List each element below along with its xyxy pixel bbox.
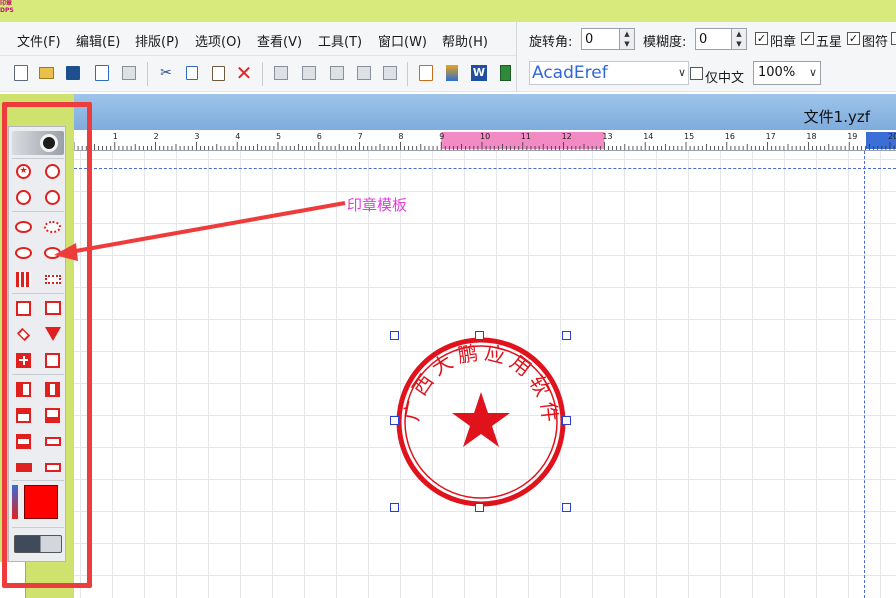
ruler-label: 15: [684, 132, 694, 141]
word-icon[interactable]: W: [470, 64, 488, 82]
align-bottom-icon[interactable]: [381, 64, 399, 82]
seal-graphic: 广西大鹏应用软件公司: [382, 316, 566, 507]
yang-checkbox[interactable]: ✓: [755, 32, 768, 45]
rotation-spinner[interactable]: ▲ ▼: [619, 28, 635, 50]
menu-bar: 文件(F) 编辑(E) 排版(P) 选项(O) 查看(V) 工具(T) 窗口(W…: [0, 22, 516, 56]
chevron-down-icon: ∨: [677, 66, 686, 79]
zoom-select-value: 100%: [758, 65, 796, 80]
ruler-label: 13: [602, 132, 612, 141]
menu-edit[interactable]: 编辑(E): [76, 31, 120, 50]
zoom-select[interactable]: 100% ∨: [753, 61, 821, 85]
blur-input[interactable]: [695, 28, 733, 50]
seal-star-icon: [452, 392, 510, 447]
only-chinese-checkbox[interactable]: [690, 67, 703, 80]
margin-guide-top: [74, 168, 896, 169]
menu-file[interactable]: 文件(F): [17, 31, 61, 50]
blur-spinner[interactable]: ▲ ▼: [731, 28, 747, 50]
resize-handle[interactable]: [475, 331, 484, 340]
ruler-label: 4: [235, 132, 240, 141]
ruler-label: 7: [358, 132, 363, 141]
print-icon[interactable]: [120, 64, 138, 82]
ruler-label: 11: [521, 132, 531, 141]
ruler-label: 5: [276, 132, 281, 141]
menu-help[interactable]: 帮助(H): [442, 31, 488, 50]
app-logo: 印章 DPS: [0, 0, 20, 22]
document-header: 文件1.yzf: [74, 94, 896, 130]
ruler-label: 10: [480, 132, 490, 141]
resize-handle[interactable]: [390, 503, 399, 512]
align-center-icon[interactable]: [300, 64, 318, 82]
annotation-label: 印章模板: [347, 196, 408, 214]
align-left-icon[interactable]: [272, 64, 290, 82]
title-bar: 印章 DPS: [0, 0, 896, 22]
app-logo-line1: 印章: [0, 0, 13, 7]
symbol-label: 图符: [862, 35, 889, 50]
ruler-label: 8: [398, 132, 403, 141]
toolbar-separator: [262, 62, 263, 86]
margin-guide-right: [864, 151, 865, 598]
menu-tools[interactable]: 工具(T): [318, 31, 362, 50]
align-top-icon[interactable]: [355, 64, 373, 82]
open-folder-icon[interactable]: [37, 64, 55, 82]
resize-handle[interactable]: [475, 503, 484, 512]
menu-view[interactable]: 查看(V): [257, 31, 302, 50]
ruler-label: 9: [439, 132, 444, 141]
copy-icon[interactable]: [183, 64, 201, 82]
star-checkbox[interactable]: ✓: [801, 32, 814, 45]
document-tab-title[interactable]: 文件1.yzf: [804, 106, 870, 127]
highlight-box: [2, 102, 92, 588]
menu-window[interactable]: 窗口(W): [378, 31, 427, 50]
yang-label: 阳章: [770, 35, 797, 50]
symbol-checkbox[interactable]: ✓: [847, 32, 860, 45]
resize-handle[interactable]: [390, 416, 399, 425]
image-icon[interactable]: [417, 64, 435, 82]
rotation-input[interactable]: [581, 28, 621, 50]
menu-options[interactable]: 选项(O): [195, 31, 241, 50]
ruler-label: 20: [888, 132, 896, 141]
resize-handle[interactable]: [562, 416, 571, 425]
save-icon[interactable]: [64, 64, 82, 82]
font-select-value: AcadEref: [532, 63, 608, 83]
ruler-label: 12: [562, 132, 572, 141]
delete-icon[interactable]: ✕: [235, 61, 253, 85]
menu-layout[interactable]: 排版(P): [135, 31, 179, 50]
font-select[interactable]: AcadEref ∨: [529, 61, 689, 85]
picture-icon[interactable]: [443, 64, 461, 82]
resize-handle[interactable]: [562, 331, 571, 340]
ruler-label: 18: [806, 132, 816, 141]
horizontal-ruler[interactable]: 123456789101112131415161718192021: [74, 130, 896, 151]
ruler-label: 3: [194, 132, 199, 141]
resize-handle[interactable]: [562, 503, 571, 512]
app-logo-line2: DPS: [0, 7, 14, 14]
ruler-label: 1: [113, 132, 118, 141]
new-doc-icon[interactable]: [12, 64, 30, 82]
blur-label: 模糊度:: [643, 35, 687, 50]
resize-handle[interactable]: [390, 331, 399, 340]
ruler-label: 6: [317, 132, 322, 141]
chevron-down-icon: ∨: [808, 66, 817, 79]
seal-object[interactable]: 广西大鹏应用软件公司: [382, 316, 571, 512]
ruler-label: 14: [643, 132, 653, 141]
ruler-label: 17: [766, 132, 776, 141]
ruler-label: 2: [154, 132, 159, 141]
ruler-graphic: 123456789101112131415161718192021: [74, 132, 896, 150]
ruler-label: 19: [847, 132, 857, 141]
cut-icon[interactable]: ✂: [157, 64, 175, 82]
property-panel: 旋转角: ▲▼ 模糊度: ▲▼ ✓ 阳章 ✓ 五星 ✓ 图符 AcadEref …: [516, 22, 896, 92]
align-right-icon[interactable]: [328, 64, 346, 82]
only-chinese-label: 仅中文: [705, 71, 745, 86]
toolbar-separator: [147, 62, 148, 86]
print-preview-icon[interactable]: [93, 64, 111, 82]
ruler-label: 16: [725, 132, 735, 141]
extra-checkbox[interactable]: [891, 32, 896, 45]
toolbar: ✂ ✕ W: [0, 56, 516, 92]
rotation-label: 旋转角:: [529, 35, 573, 50]
excel-icon[interactable]: [496, 64, 514, 82]
paste-icon[interactable]: [209, 64, 227, 82]
star-label: 五星: [816, 35, 843, 50]
toolbar-separator: [407, 62, 408, 86]
